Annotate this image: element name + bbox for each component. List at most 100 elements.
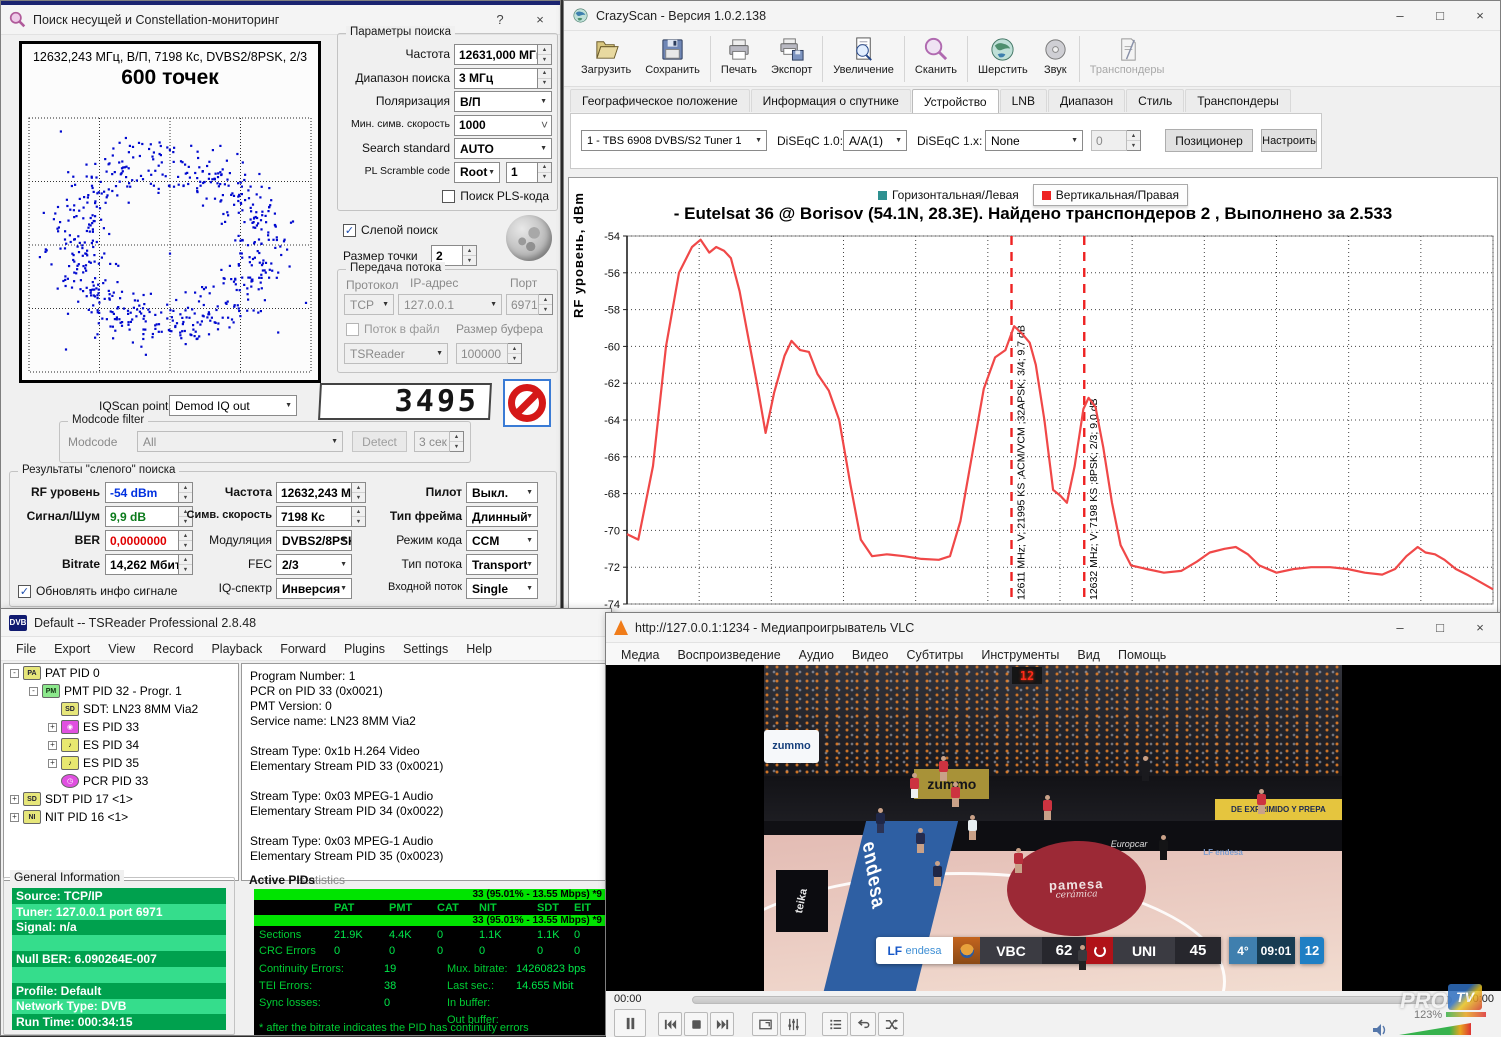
tree-item-1[interactable]: -PMPMT PID 32 - Progr. 1 xyxy=(4,682,238,700)
tree-item-4[interactable]: +♪ES PID 34 xyxy=(4,736,238,754)
result-field-симвскорость[interactable]: 7198 Кс xyxy=(276,506,352,527)
toolbar-button-8[interactable]: Транспондеры xyxy=(1083,34,1172,78)
prev-button[interactable] xyxy=(658,1012,682,1036)
configure-button[interactable]: Настроить xyxy=(1261,129,1317,152)
menu-plugins[interactable]: Plugins xyxy=(335,639,394,659)
toolbar-button-5[interactable]: Сканить xyxy=(908,34,964,78)
tree-item-7[interactable]: +SDSDT PID 17 <1> xyxy=(4,790,238,808)
minimize-button[interactable]: – xyxy=(1380,1,1420,30)
menu-forward[interactable]: Forward xyxy=(271,639,335,659)
fullscreen-button[interactable] xyxy=(752,1012,778,1036)
menu-record[interactable]: Record xyxy=(144,639,202,659)
toolbar-button-4[interactable]: Увеличение xyxy=(826,34,901,78)
result-field-пилот[interactable]: Выкл. xyxy=(466,482,538,503)
tab-6[interactable]: Транспондеры xyxy=(1185,89,1290,112)
param-field-0[interactable]: 12631,000 МГц xyxy=(454,44,538,65)
tree-expander[interactable]: + xyxy=(48,759,57,768)
result-field-типпотока[interactable]: Transport xyxy=(466,554,538,575)
tree-item-2[interactable]: SDSDT: LN23 8MM Via2 xyxy=(4,700,238,718)
toolbar-button-6[interactable]: Шерстить xyxy=(971,34,1035,78)
param-field-3[interactable]: 1000˅ xyxy=(454,115,552,136)
tab-2[interactable]: Устройство xyxy=(912,89,999,113)
shuffle-button[interactable] xyxy=(878,1012,904,1036)
menu-export[interactable]: Export xyxy=(45,639,99,659)
param-field-4[interactable]: AUTO xyxy=(454,138,552,159)
menu-file[interactable]: File xyxy=(7,639,45,659)
param-spinner[interactable]: ▲▼ xyxy=(538,68,552,89)
constellation-titlebar[interactable]: Поиск несущей и Constellation-мониторинг… xyxy=(1,5,560,35)
reader-dropdown[interactable]: TSReader xyxy=(344,343,448,364)
vlc-titlebar[interactable]: http://127.0.0.1:1234 - Медиапроигрывате… xyxy=(606,613,1500,643)
param-spinner[interactable]: ▲▼ xyxy=(538,44,552,65)
param-spinner[interactable]: ▲▼ xyxy=(538,162,552,183)
tree-item-6[interactable]: ◷PCR PID 33 xyxy=(4,772,238,790)
result-field-входнойпоток[interactable]: Single xyxy=(466,578,538,599)
diseqc10-dropdown[interactable]: A/A(1) xyxy=(843,130,907,151)
pause-button[interactable] xyxy=(614,1009,646,1037)
param-field-1[interactable]: 3 МГц xyxy=(454,68,538,89)
detect-interval-spinner[interactable]: ▲▼ xyxy=(450,431,464,452)
toolbar-button-7[interactable]: Звук xyxy=(1035,34,1076,78)
tree-item-5[interactable]: +♪ES PID 35 xyxy=(4,754,238,772)
buffer-field[interactable]: 100000 xyxy=(456,343,508,364)
blind-search-checkbox[interactable]: ✓Слепой поиск xyxy=(343,223,438,237)
positioner-button[interactable]: Позиционер xyxy=(1165,129,1253,152)
close-button[interactable]: × xyxy=(1460,613,1500,642)
detect-interval-field[interactable]: 3 сек xyxy=(414,431,450,452)
detect-button[interactable]: Detect xyxy=(352,431,407,452)
port-field[interactable]: 6971 xyxy=(506,294,539,315)
result-field-частота[interactable]: 12632,243 МГц xyxy=(276,482,352,503)
playlist-button[interactable] xyxy=(822,1012,848,1036)
tree-expander[interactable]: + xyxy=(10,813,19,822)
result-field-типфрейма[interactable]: Длинный xyxy=(466,506,538,527)
equalizer-button[interactable] xyxy=(780,1012,806,1036)
menu-help[interactable]: Help xyxy=(457,639,501,659)
menu-вид[interactable]: Вид xyxy=(1068,645,1109,665)
toolbar-button-1[interactable]: Сохранить xyxy=(638,34,707,78)
menu-аудио[interactable]: Аудио xyxy=(790,645,843,665)
position-spinner[interactable]: ▲▼ xyxy=(1127,130,1141,151)
legend-item-1[interactable]: Вертикальная/Правая xyxy=(1033,184,1188,206)
menu-инструменты[interactable]: Инструменты xyxy=(972,645,1068,665)
tree-item-3[interactable]: +◉ES PID 33 xyxy=(4,718,238,736)
next-button[interactable] xyxy=(710,1012,734,1036)
tree-item-0[interactable]: -PAPAT PID 0 xyxy=(4,664,238,682)
legend-item-0[interactable]: Горизонтальная/Левая xyxy=(878,188,1019,202)
tree-expander[interactable]: + xyxy=(48,723,57,732)
dot-size-spinner[interactable]: ▲▼ xyxy=(463,245,477,266)
seek-bar[interactable] xyxy=(692,996,1452,1004)
param-field-5[interactable]: Root xyxy=(454,162,500,183)
iqscan-dropdown[interactable]: Demod IQ out xyxy=(169,395,297,416)
stop-button[interactable] xyxy=(503,379,551,427)
tab-1[interactable]: Информация о спутнике xyxy=(751,89,911,112)
toolbar-button-0[interactable]: Загрузить xyxy=(574,34,638,78)
tuner-dropdown[interactable]: 1 - TBS 6908 DVBS/S2 Tuner 1 xyxy=(581,130,767,151)
close-button[interactable]: × xyxy=(520,5,560,34)
menu-view[interactable]: View xyxy=(99,639,144,659)
menu-settings[interactable]: Settings xyxy=(394,639,457,659)
menu-медиа[interactable]: Медиа xyxy=(612,645,668,665)
tab-3[interactable]: LNB xyxy=(1000,89,1047,112)
param-field-5[interactable]: 1 xyxy=(506,162,538,183)
menu-воспроизведение[interactable]: Воспроизведение xyxy=(668,645,789,665)
port-spinner[interactable]: ▲▼ xyxy=(539,294,553,315)
tree-item-8[interactable]: +NINIT PID 16 <1> xyxy=(4,808,238,826)
crazyscan-titlebar[interactable]: CrazyScan - Версия 1.0.2.138 –□× xyxy=(564,1,1500,31)
stop-button[interactable] xyxy=(684,1012,708,1036)
result-field-режимкода[interactable]: CCM xyxy=(466,530,538,551)
minimize-button[interactable]: – xyxy=(1380,613,1420,642)
close-button[interactable]: × xyxy=(1460,1,1500,30)
tree-expander[interactable]: + xyxy=(48,741,57,750)
toolbar-button-3[interactable]: Экспорт xyxy=(764,34,819,78)
menu-помощь[interactable]: Помощь xyxy=(1109,645,1175,665)
position-field[interactable]: 0 xyxy=(1091,130,1127,151)
help-button[interactable]: ? xyxy=(480,5,520,34)
video-area[interactable]: Europcar endesa zummo zummo DE EXPRIMIDO… xyxy=(606,665,1501,991)
diseqc1x-dropdown[interactable]: None xyxy=(985,130,1083,151)
tab-4[interactable]: Диапазон xyxy=(1048,89,1125,112)
toolbar-button-2[interactable]: Печать xyxy=(714,34,764,78)
buffer-spinner[interactable]: ▲▼ xyxy=(508,343,522,364)
tab-0[interactable]: Географическое положение xyxy=(570,89,750,112)
tree-expander[interactable]: + xyxy=(10,795,19,804)
speaker-icon[interactable] xyxy=(1372,1023,1390,1037)
